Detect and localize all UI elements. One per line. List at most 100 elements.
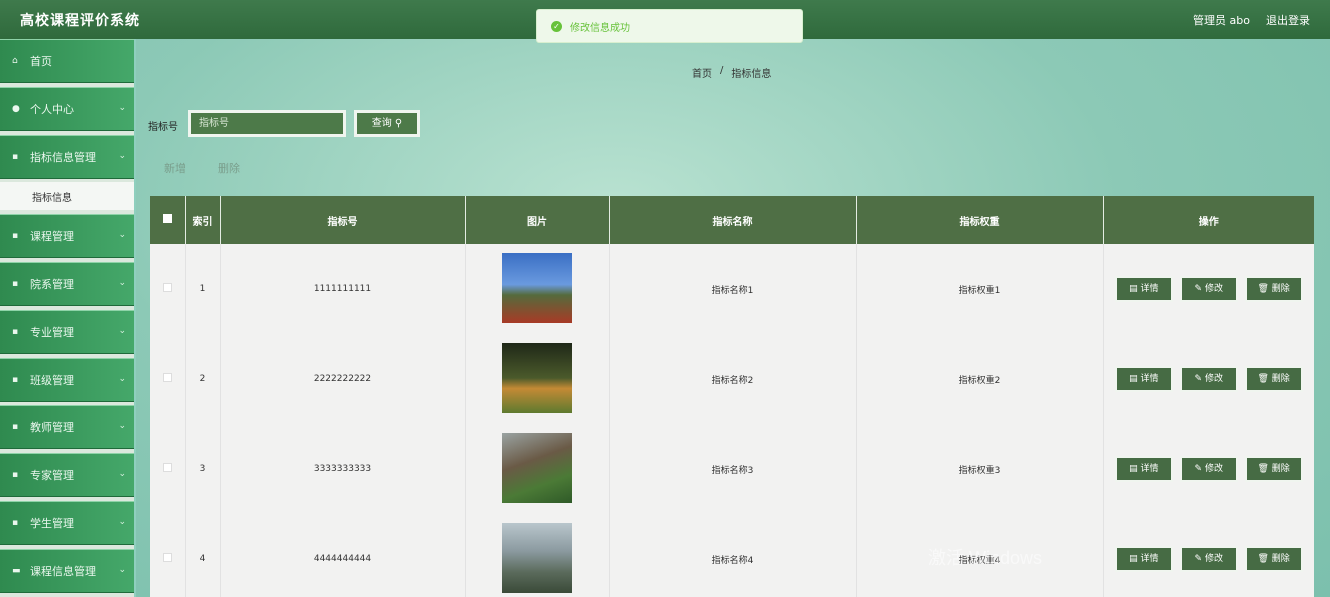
breadcrumb-home[interactable]: 首页 (692, 65, 712, 80)
sidebar-item-student[interactable]: ▪ 学生管理 ⌄ (0, 500, 134, 545)
row-name: 指标名称4 (609, 514, 857, 597)
breadcrumb-separator: / (720, 65, 724, 76)
row-weight: 指标权重3 (856, 424, 1104, 514)
table-row: 2 2222222222 指标名称2 指标权重2 ▤ 详情 ✎ 修改 🗑 删除 (150, 334, 1314, 424)
row-name: 指标名称2 (609, 334, 857, 424)
select-all-cell[interactable] (150, 196, 186, 244)
sidebar-item-label: 指标信息管理 (30, 150, 96, 164)
row-checkbox[interactable] (162, 283, 172, 292)
row-select-cell[interactable] (150, 514, 186, 597)
chevron-down-icon: ⌄ (118, 277, 126, 288)
sidebar-item-label: 专业管理 (30, 325, 74, 339)
chevron-down-icon: ⌄ (118, 564, 126, 575)
chevron-down-icon: ⌄ (118, 325, 126, 336)
table-row: 4 4444444444 指标名称4 指标权重4 ▤ 详情 ✎ 修改 🗑 删除 (150, 514, 1314, 597)
detail-label: 详情 (1140, 374, 1159, 384)
col-index: 索引 (185, 196, 221, 244)
sidebar-item-label: 个人中心 (30, 102, 74, 116)
search-button-label: 查询 (371, 118, 392, 129)
search-icon: ⚲ (394, 118, 403, 129)
edit-label: 修改 (1204, 374, 1223, 384)
row-image-cell (465, 514, 610, 597)
user-label[interactable]: 管理员 abo (1193, 12, 1250, 28)
sidebar-subitem-indicator-info[interactable]: 指标信息 (0, 182, 134, 211)
sidebar: ⌂ 首页 ● 个人中心 ⌄ ▪ 指标信息管理 ⌄ 指标信息 ▪ 课程管理 ⌄ ▪… (0, 39, 134, 597)
sidebar-item-expert[interactable]: ▪ 专家管理 ⌄ (0, 453, 134, 498)
detail-button[interactable]: ▤ 详情 (1114, 456, 1173, 482)
sidebar-item-teacher[interactable]: ▪ 教师管理 ⌄ (0, 405, 134, 450)
row-index: 1 (185, 244, 221, 334)
row-code: 3333333333 (220, 424, 466, 514)
delete-button[interactable]: 删除 (218, 160, 240, 176)
data-table: 索引 指标号 图片 指标名称 指标权重 操作 1 1111111111 指标名称… (150, 196, 1314, 597)
row-checkbox[interactable] (162, 373, 172, 382)
select-all-checkbox[interactable] (162, 214, 172, 223)
delete-row-button[interactable]: 🗑 删除 (1244, 276, 1303, 302)
sidebar-item-indicator[interactable]: ▪ 指标信息管理 ⌄ (0, 134, 134, 179)
table-row: 3 3333333333 指标名称3 指标权重3 ▤ 详情 ✎ 修改 🗑 删除 (150, 424, 1314, 514)
sidebar-item-label: 班级管理 (30, 373, 74, 387)
grid-icon: ▪ (12, 374, 19, 385)
home-icon: ⌂ (12, 56, 18, 66)
row-image (502, 522, 572, 593)
grid-icon: ▪ (12, 517, 19, 528)
chevron-down-icon: ⌄ (118, 230, 126, 241)
detail-button[interactable]: ▤ 详情 (1114, 546, 1173, 572)
row-checkbox[interactable] (162, 463, 172, 472)
sidebar-item-home[interactable]: ⌂ 首页 (0, 39, 134, 83)
delete-row-button[interactable]: 🗑 删除 (1244, 546, 1303, 572)
edit-button[interactable]: ✎ 修改 (1179, 546, 1238, 572)
sidebar-item-label: 教师管理 (30, 421, 74, 435)
search-input[interactable]: 指标号 (188, 110, 346, 137)
search-button[interactable]: 查询 ⚲ (354, 110, 420, 137)
col-name: 指标名称 (609, 196, 857, 244)
sidebar-item-label: 学生管理 (30, 516, 74, 530)
row-image-cell (465, 244, 610, 334)
row-index: 3 (185, 424, 221, 514)
breadcrumb: 首页 / 指标信息 (692, 65, 771, 80)
grid-icon: ▪ (12, 151, 19, 162)
chevron-down-icon: ⌄ (118, 516, 126, 527)
edit-button[interactable]: ✎ 修改 (1179, 276, 1238, 302)
user-area: 管理员 abo 退出登录 (1193, 12, 1310, 28)
row-ops: ▤ 详情 ✎ 修改 🗑 删除 (1103, 424, 1314, 514)
sidebar-item-course-info[interactable]: ▬ 课程信息管理 ⌄ (0, 548, 134, 593)
delete-label: 删除 (1271, 284, 1290, 294)
chevron-down-icon: ⌄ (118, 469, 126, 480)
clipboard-icon: ▪ (12, 470, 19, 481)
add-button[interactable]: 新增 (164, 160, 186, 176)
grid-icon: ▪ (12, 326, 19, 337)
chevron-down-icon: ⌄ (118, 150, 126, 161)
row-checkbox[interactable] (162, 553, 172, 562)
detail-button[interactable]: ▤ 详情 (1114, 366, 1173, 392)
edit-button[interactable]: ✎ 修改 (1179, 456, 1238, 482)
logout-link[interactable]: 退出登录 (1266, 12, 1310, 28)
row-index: 4 (185, 514, 221, 597)
row-code: 2222222222 (220, 334, 466, 424)
sidebar-item-major[interactable]: ▪ 专业管理 ⌄ (0, 309, 134, 354)
delete-row-button[interactable]: 🗑 删除 (1244, 456, 1303, 482)
search-label: 指标号 (148, 122, 178, 133)
row-ops: ▤ 详情 ✎ 修改 🗑 删除 (1103, 334, 1314, 424)
row-select-cell[interactable] (150, 424, 186, 514)
sidebar-item-class[interactable]: ▪ 班级管理 ⌄ (0, 357, 134, 402)
row-select-cell[interactable] (150, 244, 186, 334)
row-weight: 指标权重1 (856, 244, 1104, 334)
sidebar-item-profile[interactable]: ● 个人中心 ⌄ (0, 86, 134, 131)
delete-row-button[interactable]: 🗑 删除 (1244, 366, 1303, 392)
sidebar-item-department[interactable]: ▪ 院系管理 ⌄ (0, 261, 134, 306)
row-index: 2 (185, 334, 221, 424)
chevron-down-icon: ⌄ (118, 102, 126, 113)
sidebar-item-course[interactable]: ▪ 课程管理 ⌄ (0, 214, 134, 259)
sidebar-item-label: 首页 (30, 55, 52, 68)
table-header-row: 索引 指标号 图片 指标名称 指标权重 操作 (150, 196, 1314, 244)
row-name: 指标名称1 (609, 244, 857, 334)
edit-label: 修改 (1204, 464, 1223, 474)
course-icon: ▪ (12, 231, 19, 242)
detail-button[interactable]: ▤ 详情 (1114, 276, 1173, 302)
col-image: 图片 (465, 196, 610, 244)
row-image-cell (465, 334, 610, 424)
row-select-cell[interactable] (150, 334, 186, 424)
edit-button[interactable]: ✎ 修改 (1179, 366, 1238, 392)
sidebar-item-label: 课程信息管理 (30, 564, 96, 578)
